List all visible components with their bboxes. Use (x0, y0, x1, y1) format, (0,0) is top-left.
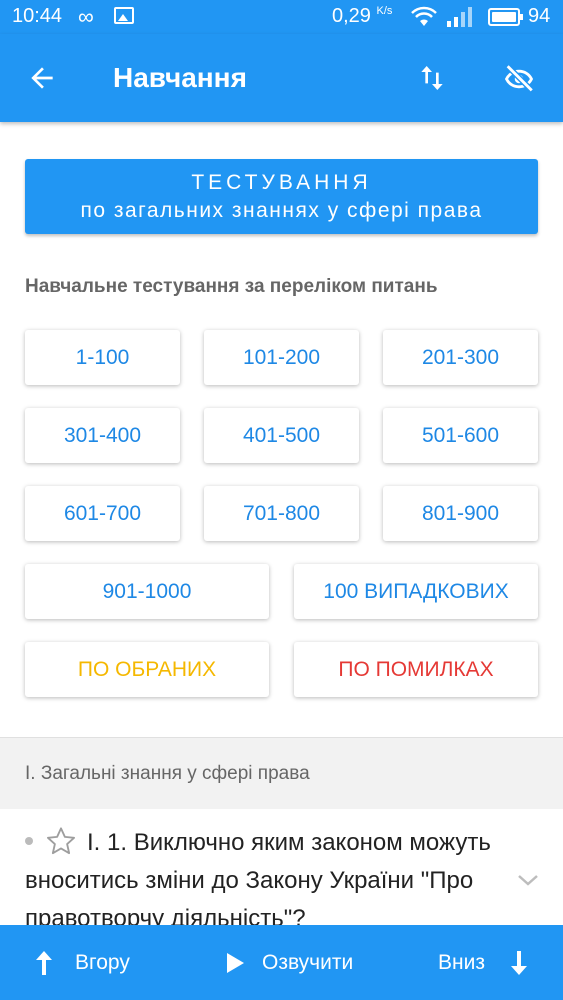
infinity-icon: ∞ (78, 4, 94, 29)
image-icon (114, 7, 134, 24)
question-item[interactable]: І. 1. Виключно яким законом можуть вноси… (0, 810, 563, 925)
chevron-down-icon[interactable] (515, 870, 541, 890)
visibility-off-icon[interactable] (500, 62, 538, 96)
status-time: 10:44 (12, 5, 63, 27)
back-arrow-icon[interactable] (26, 62, 58, 94)
section-label: Навчальне тестування за переліком питань (25, 276, 438, 297)
range-button-10[interactable]: 901-1000 (25, 564, 269, 619)
testing-button-title: ТЕСТУВАННЯ (191, 171, 372, 194)
page-title: Навчання (113, 62, 247, 93)
range-button-2[interactable]: 101-200 (204, 330, 359, 385)
battery-icon (488, 8, 523, 26)
range-button-7[interactable]: 601-700 (25, 486, 180, 541)
range-button-6[interactable]: 501-600 (383, 408, 538, 463)
scroll-down-button[interactable]: Вниз (438, 951, 485, 975)
arrow-up-icon[interactable] (33, 949, 55, 977)
range-button-9[interactable]: 801-900 (383, 486, 538, 541)
bottom-bar: Вгору Озвучити Вниз (0, 925, 563, 1000)
range-button-8[interactable]: 701-800 (204, 486, 359, 541)
range-button-5[interactable]: 401-500 (204, 408, 359, 463)
wifi-icon (411, 6, 437, 26)
random-questions-button[interactable]: 100 ВИПАДКОВИХ (294, 564, 538, 619)
network-speed-value: 0,29 (332, 5, 371, 27)
app-bar: Навчання (0, 34, 563, 122)
play-icon[interactable] (224, 951, 246, 975)
network-speed: 0,29 K/s (332, 5, 392, 28)
group-header: І. Загальні знання у сфері права (0, 737, 563, 809)
mistakes-button[interactable]: ПО ПОМИЛКАХ (294, 642, 538, 697)
status-bar: 10:44 ∞ 0,29 K/s 94 (0, 0, 563, 34)
signal-icon (447, 7, 472, 27)
battery-level: 94 (528, 5, 551, 27)
range-button-1[interactable]: 1-100 (25, 330, 180, 385)
network-speed-unit: K/s (376, 5, 393, 17)
testing-button[interactable]: ТЕСТУВАННЯ по загальних знаннях у сфері … (25, 159, 538, 234)
sort-icon[interactable] (416, 62, 448, 94)
testing-button-subtitle: по загальних знаннях у сфері права (80, 199, 483, 222)
arrow-down-icon[interactable] (508, 949, 530, 977)
group-header-title: І. Загальні знання у сфері права (25, 763, 310, 784)
speak-button[interactable]: Озвучити (262, 951, 353, 975)
range-button-4[interactable]: 301-400 (25, 408, 180, 463)
question-text: І. 1. Виключно яким законом можуть вноси… (25, 829, 491, 925)
range-button-3[interactable]: 201-300 (383, 330, 538, 385)
scroll-up-button[interactable]: Вгору (75, 951, 130, 975)
favorites-button[interactable]: ПО ОБРАНИХ (25, 642, 269, 697)
